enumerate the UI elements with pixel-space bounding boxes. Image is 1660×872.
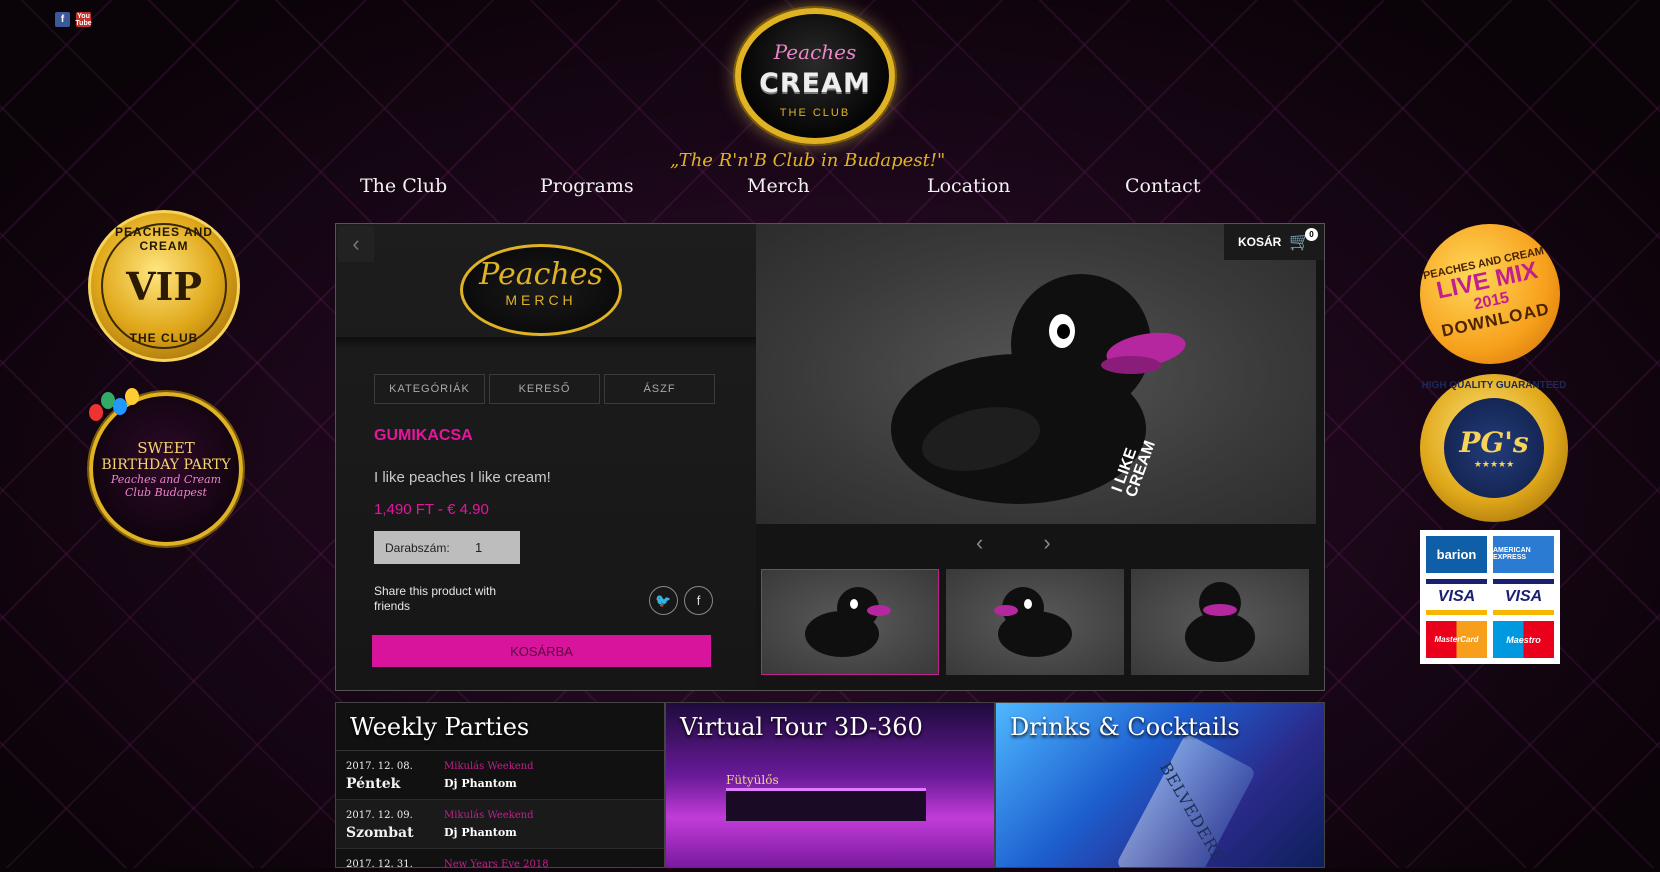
virtual-tour-box[interactable]: Virtual Tour 3D-360 Fütyülős [665,702,995,868]
logo-main: CREAM [759,68,871,99]
product-description: I like peaches I like cream! [374,469,551,486]
merch-logo[interactable]: Peaches MERCH [460,244,622,336]
event-row[interactable]: 2017. 12. 08. Péntek Mikulás Weekend Dj … [336,751,664,800]
quality-stars: ★★★★★ [1473,459,1515,469]
feature-boxes: Weekly Parties 2017. 12. 08. Péntek Miku… [335,702,1325,872]
rubber-duck-image: I LIKE CREAM [891,274,1191,504]
visa-electron-logo: VISA [1493,578,1554,616]
birthday-line-1: SWEET [137,439,195,457]
product-main-image[interactable]: I LIKE CREAM [756,224,1316,524]
weekly-header: Weekly Parties [336,703,664,751]
gallery-arrows: ‹ › [976,530,1051,556]
logo-script: Peaches [773,40,857,64]
birthday-party-badge[interactable]: SWEET BIRTHDAY PARTY Peaches and Cream C… [89,388,243,546]
quantity-label: Darabszám: [385,540,450,555]
tour-title: Virtual Tour 3D-360 [680,713,923,741]
product-price: 1,490 FT - € 4.90 [374,501,489,518]
vip-badge[interactable]: PEACHES AND CREAM VIP THE CLUB [88,210,240,362]
back-arrow-icon[interactable]: ‹ [338,226,374,262]
social-links: f You Tube [55,12,92,27]
event-dj: Dj Phantom [444,777,517,790]
tab-terms[interactable]: ÁSZF [604,374,715,404]
thumbnail-duck-front [1185,582,1255,662]
merch-tabs: KATEGÓRIÁK KERESŐ ÁSZF [374,374,715,404]
drinks-title: Drinks & Cocktails [1010,713,1240,741]
thumbnail-duck-angle [990,587,1080,657]
add-to-cart-button[interactable]: KOSÁRBA [372,635,711,667]
nav-the-club[interactable]: The Club [360,175,447,197]
gallery-next-icon[interactable]: › [1043,530,1050,556]
cart-count: 0 [1305,228,1318,241]
barion-logo: barion [1426,536,1487,573]
quantity-field: Darabszám: [374,531,520,564]
live-mix-badge[interactable]: PEACHES AND CREAM LIVE MIX 2015 DOWNLOAD [1406,210,1574,378]
logo-badge: Peaches CREAM THE CLUB [735,8,895,144]
tagline: „The R'n'B Club in Budapest!" [670,150,946,171]
youtube-icon[interactable]: You Tube [75,12,92,27]
thumbnail-strip [761,569,1309,675]
quality-seal: PG's ★★★★★ [1444,398,1544,498]
gallery-prev-icon[interactable]: ‹ [976,530,983,556]
event-name: New Years Eve 2018 [444,859,549,868]
event-dj: Dj Phantom [444,826,517,839]
header-divider [336,337,756,349]
product-title: GUMIKACSA [374,427,473,444]
nav-merch[interactable]: Merch [747,175,810,197]
share-text: Share this product with friends [374,584,497,613]
main-nav: The Club Programs Merch Location Contact [300,175,1260,203]
amex-logo: AMERICAN EXPRESS [1493,536,1554,573]
bar-sign: Fütyülős [726,773,779,787]
site-logo[interactable]: Peaches CREAM THE CLUB „The R'n'B Club i… [670,8,945,178]
logo-sub: THE CLUB [779,107,851,119]
event-date: 2017. 12. 08. [346,761,413,772]
share-buttons: 🐦 f [649,586,713,615]
tab-search[interactable]: KERESŐ [489,374,600,404]
quantity-input[interactable] [473,534,519,561]
thumbnail-1[interactable] [761,569,939,675]
vip-top-text: PEACHES AND CREAM [115,225,213,253]
nav-contact[interactable]: Contact [1125,175,1200,197]
twitter-icon[interactable]: 🐦 [649,586,678,615]
payment-methods: barion AMERICAN EXPRESS VISA VISA Master… [1420,530,1560,664]
visa-logo: VISA [1426,578,1487,616]
event-date: 2017. 12. 09. [346,810,413,821]
nav-location[interactable]: Location [927,175,1010,197]
event-row[interactable]: 2017. 12. 09. Szombat Mikulás Weekend Dj… [336,800,664,849]
quality-arc-text: HIGH QUALITY GUARANTEED [1421,380,1567,391]
product-info-column: ‹ Peaches MERCH KATEGÓRIÁK KERESŐ ÁSZF G… [336,224,756,690]
event-row[interactable]: 2017. 12. 31. New Years Eve 2018 [336,849,664,868]
birthday-line-3: Peaches and Cream [110,473,222,486]
birthday-line-4: Club Budapest [125,486,207,499]
product-gallery: I LIKE CREAM KOSÁR 🛒 0 ‹ › [756,224,1324,690]
quality-mark: PG's [1459,426,1529,459]
maestro-logo: Maestro [1493,621,1554,658]
bar-counter-image [726,788,926,821]
event-day: Péntek [346,776,401,792]
tab-categories[interactable]: KATEGÓRIÁK [374,374,485,404]
event-name: Mikulás Weekend [444,810,534,821]
merch-logo-sub: MERCH [505,292,577,308]
weekly-title: Weekly Parties [350,713,530,741]
facebook-share-icon[interactable]: f [684,586,713,615]
thumbnail-2[interactable] [946,569,1124,675]
thumbnail-3[interactable] [1131,569,1309,675]
event-day: Szombat [346,825,414,841]
product-panel: ‹ Peaches MERCH KATEGÓRIÁK KERESŐ ÁSZF G… [335,223,1325,691]
vip-bottom-text: THE CLUB [129,331,199,345]
event-list: 2017. 12. 08. Péntek Mikulás Weekend Dj … [336,751,664,868]
merch-logo-script: Peaches [479,257,603,292]
mastercard-logo: MasterCard [1426,621,1487,658]
thumbnail-duck-side [805,587,895,657]
cart-button[interactable]: KOSÁR 🛒 0 [1224,224,1324,260]
cart-label: KOSÁR [1238,235,1282,249]
facebook-icon[interactable]: f [55,12,70,27]
drinks-cocktails-box[interactable]: Drinks & Cocktails BELVEDERE [995,702,1325,868]
weekly-parties-box[interactable]: Weekly Parties 2017. 12. 08. Péntek Miku… [335,702,665,868]
birthday-line-2: BIRTHDAY PARTY [101,457,231,473]
nav-programs[interactable]: Programs [540,175,634,197]
event-date: 2017. 12. 31. [346,859,413,868]
quality-guaranteed-badge[interactable]: HIGH QUALITY GUARANTEED PG's ★★★★★ [1420,374,1568,522]
event-name: Mikulás Weekend [444,761,534,772]
